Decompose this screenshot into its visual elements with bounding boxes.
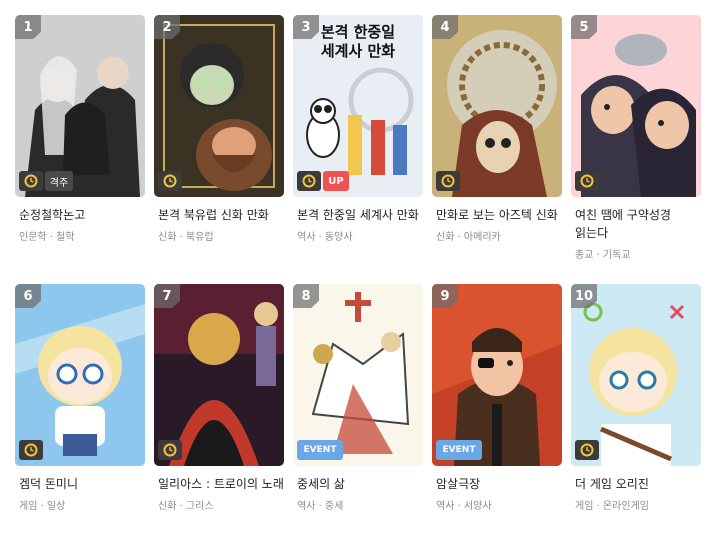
webtoon-title[interactable]: 순정철학논고	[15, 206, 145, 224]
webtoon-title[interactable]: 여친 땜에 구약성경 읽는다	[571, 206, 701, 242]
rank-number: 10	[571, 284, 597, 308]
rank-number: 8	[293, 284, 319, 308]
webtoon-card[interactable]: 7 일리아스 : 트로이의 노래 신화 · 그리스	[154, 284, 284, 512]
badge-group	[158, 171, 182, 191]
biweekly-badge: 격주	[45, 171, 73, 191]
webtoon-card[interactable]: 9 EVENT 암살극장 역사 · 서양사	[432, 284, 562, 512]
genre-label: 신화 · 아메리카	[436, 232, 501, 243]
webtoon-card[interactable]: 1 격주 순정철학논고 인문학 · 철학	[15, 15, 145, 243]
cover-art	[571, 15, 701, 197]
webtoon-title[interactable]: 일리아스 : 트로이의 노래	[154, 475, 284, 493]
cover-thumbnail[interactable]: 5	[571, 15, 701, 197]
genre-label: 역사 · 중세	[297, 501, 344, 512]
cover-art	[432, 15, 562, 197]
badge-group	[19, 440, 43, 460]
badge-group: EVENT	[297, 440, 343, 460]
cover-art	[154, 284, 284, 466]
badge-group: EVENT	[436, 440, 482, 460]
cover-art	[432, 284, 562, 466]
wait-free-badge	[436, 171, 460, 191]
cover-art	[154, 15, 284, 197]
webtoon-card[interactable]: 8 EVENT 중세의 삶 역사 · 중세	[293, 284, 423, 512]
genre-label: 게임 · 일상	[19, 501, 66, 512]
badge-group	[575, 440, 599, 460]
badge-group	[575, 171, 599, 191]
clock-icon	[580, 443, 594, 457]
webtoon-card[interactable]: 2 본격 북유럽 신화 만화 신화 · 북유럽	[154, 15, 284, 243]
badge-group	[436, 171, 460, 191]
cover-art	[15, 284, 145, 466]
rank-number: 7	[154, 284, 180, 308]
up-badge: UP	[323, 171, 349, 191]
webtoon-title[interactable]: 만화로 보는 아즈텍 신화	[432, 206, 562, 224]
webtoon-title[interactable]: 본격 한중일 세계사 만화	[293, 206, 423, 224]
genre-label: 종교 · 기독교	[575, 250, 631, 261]
genre-label: 게임 · 온라인게임	[575, 501, 649, 512]
clock-icon	[24, 443, 38, 457]
clock-icon	[302, 174, 316, 188]
clock-icon	[163, 174, 177, 188]
badge-group: 격주	[19, 171, 73, 191]
genre-label: 역사 · 서양사	[436, 501, 492, 512]
webtoon-title[interactable]: 암살극장	[432, 475, 562, 493]
cover-thumbnail[interactable]: 9 EVENT	[432, 284, 562, 466]
rank-number: 5	[571, 15, 597, 39]
wait-free-badge	[19, 440, 43, 460]
badge-group: UP	[297, 171, 349, 191]
wait-free-badge	[575, 440, 599, 460]
genre-label: 신화 · 북유럽	[158, 232, 214, 243]
webtoon-card[interactable]: 4 만화로 보는 아즈텍 신화 신화 · 아메리카	[432, 15, 562, 243]
webtoon-title[interactable]: 중세의 삶	[293, 475, 423, 493]
event-badge: EVENT	[297, 440, 343, 460]
webtoon-card[interactable]: 본격 한중일 세계사 만화 3 UP 본격 한중일 세계사 만화 역사 · 동양사	[293, 15, 423, 243]
badge-group	[158, 440, 182, 460]
cover-thumbnail[interactable]: 4	[432, 15, 562, 197]
cover-art	[571, 284, 701, 466]
cover-art	[15, 15, 145, 197]
clock-icon	[24, 174, 38, 188]
event-badge: EVENT	[436, 440, 482, 460]
webtoon-card[interactable]: 5 여친 땜에 구약성경 읽는다 종교 · 기독교	[571, 15, 701, 261]
cover-thumbnail[interactable]: 본격 한중일 세계사 만화 3 UP	[293, 15, 423, 197]
wait-free-badge	[19, 171, 43, 191]
clock-icon	[163, 443, 177, 457]
wait-free-badge	[158, 440, 182, 460]
genre-label: 인문학 · 철학	[19, 232, 75, 243]
rank-number: 6	[15, 284, 41, 308]
clock-icon	[441, 174, 455, 188]
cover-thumbnail[interactable]: 10	[571, 284, 701, 466]
genre-label: 역사 · 동양사	[297, 232, 353, 243]
wait-free-badge	[297, 171, 321, 191]
cover-thumbnail[interactable]: 7	[154, 284, 284, 466]
webtoon-title[interactable]: 더 게임 오리진	[571, 475, 701, 493]
cover-thumbnail[interactable]: 2	[154, 15, 284, 197]
webtoon-title[interactable]: 겜덕 돈미니	[15, 475, 145, 493]
wait-free-badge	[575, 171, 599, 191]
cover-thumbnail[interactable]: 8 EVENT	[293, 284, 423, 466]
webtoon-card[interactable]: 6 겜덕 돈미니 게임 · 일상	[15, 284, 145, 512]
wait-free-badge	[158, 171, 182, 191]
cover-art	[293, 284, 423, 466]
rank-number: 9	[432, 284, 458, 308]
webtoon-card[interactable]: 10 더 게임 오리진 게임 · 온라인게임	[571, 284, 701, 512]
webtoon-title[interactable]: 본격 북유럽 신화 만화	[154, 206, 284, 224]
cover-thumbnail[interactable]: 6	[15, 284, 145, 466]
clock-icon	[580, 174, 594, 188]
cover-thumbnail[interactable]: 1 격주	[15, 15, 145, 197]
genre-label: 신화 · 그리스	[158, 501, 214, 512]
